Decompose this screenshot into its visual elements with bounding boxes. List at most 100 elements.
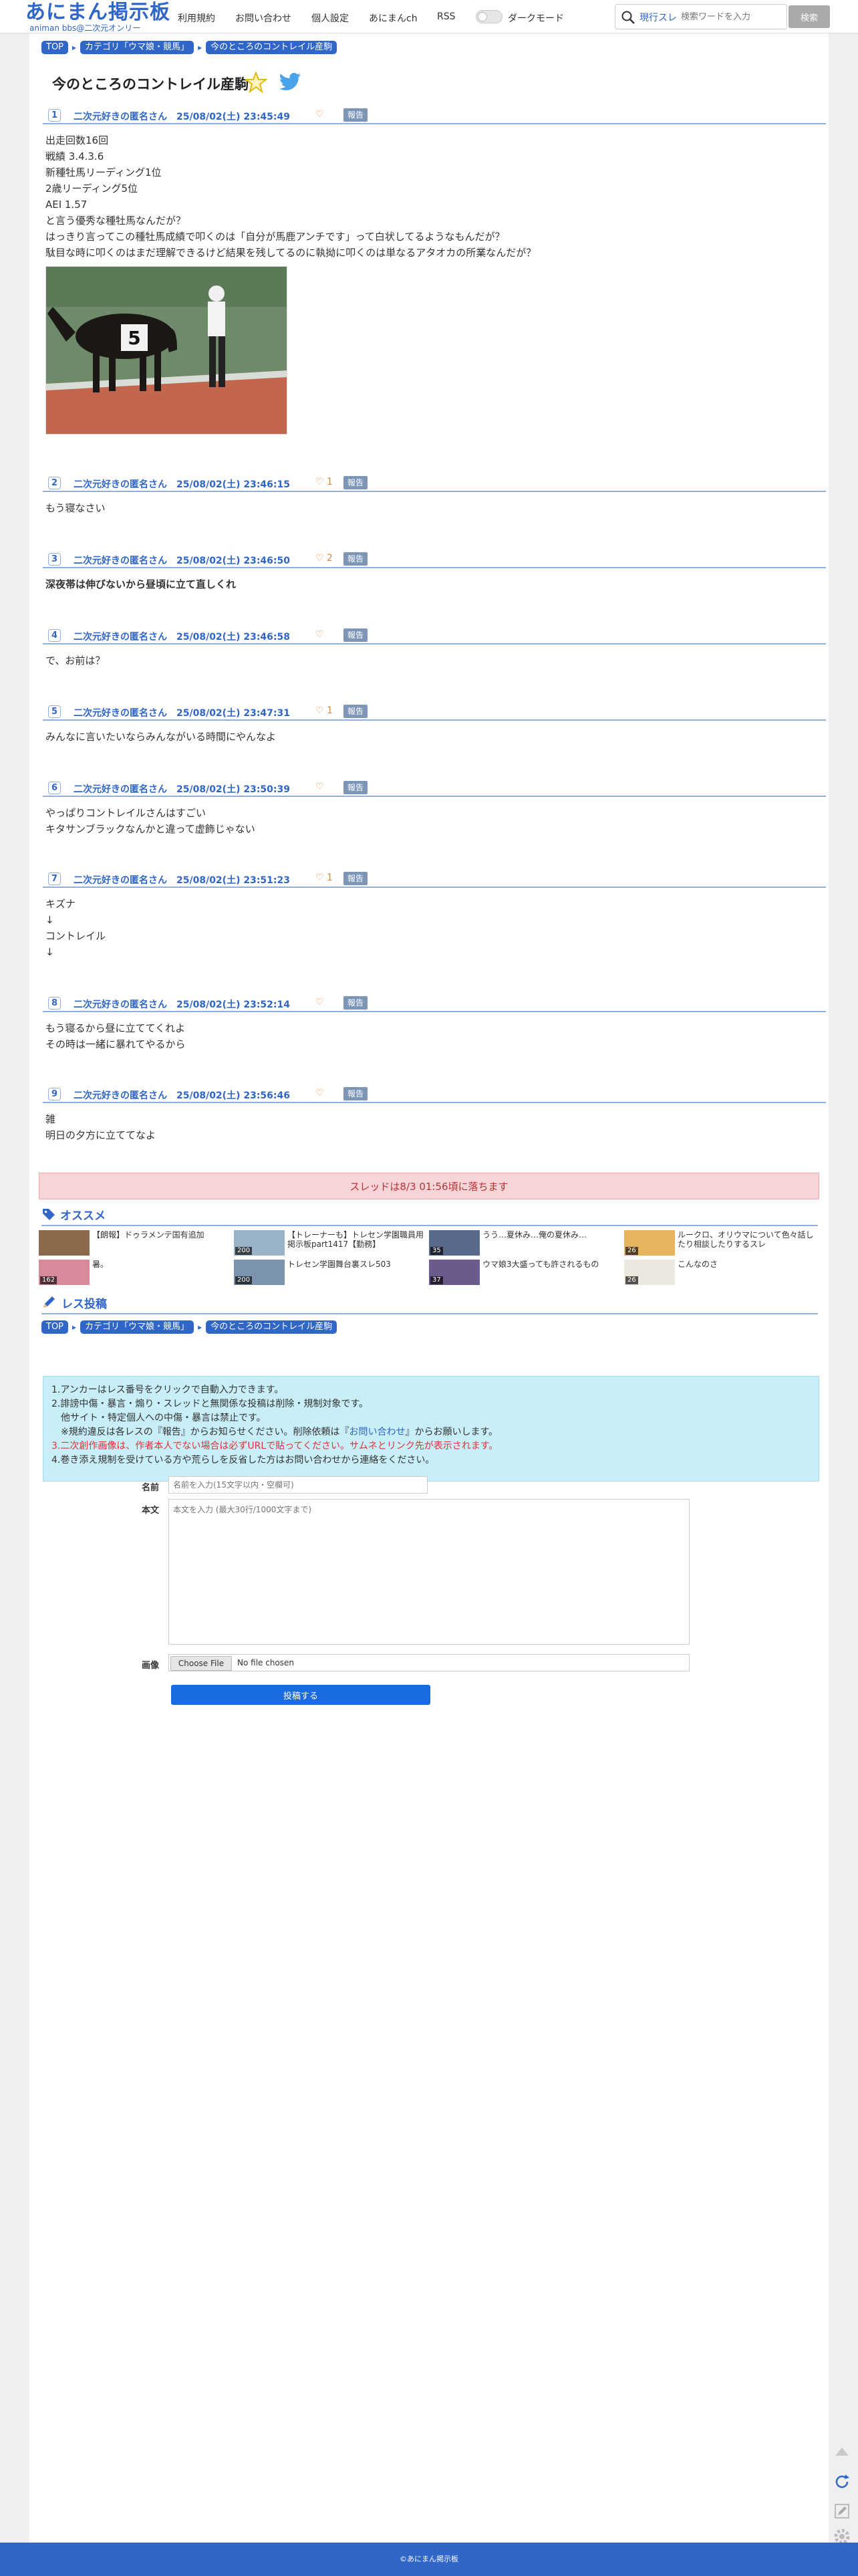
body-field[interactable] [168, 1499, 690, 1645]
logo-subtitle: animan bbs@二次元オンリー [29, 23, 141, 33]
breadcrumb-category[interactable]: カテゴリ「ウマ娘・競馬」 [80, 41, 194, 54]
search-scope-select[interactable]: 現行スレ [639, 11, 677, 24]
breadcrumb-separator: ▸ [198, 1322, 202, 1332]
post-4: 4 二次元好きの匿名さん 25/08/02(土) 23:46:58 ♡ 報告 で… [43, 628, 826, 669]
submit-button[interactable]: 投稿する [171, 1685, 430, 1705]
like-button[interactable]: ♡ 1 [315, 872, 333, 883]
main-content: TOP ▸ カテゴリ「ウマ娘・競馬」 ▸ 今のところのコントレイル産駒 今のところの… [29, 33, 829, 2543]
nav-rss[interactable]: RSS [437, 11, 456, 22]
post-number[interactable]: 4 [48, 629, 61, 642]
recommend-item[interactable]: 200 トレセン学園舞台裏スレ503 [234, 1260, 428, 1285]
post-number[interactable]: 6 [48, 782, 61, 794]
post-author: 二次元好きの匿名さん [74, 632, 167, 642]
rule-line: 2.誹謗中傷・暴言・煽り・スレッドと無関係な投稿は削除・規制対象です。 [51, 1397, 811, 1411]
scroll-top-icon[interactable] [833, 2443, 851, 2462]
like-button[interactable]: ♡ 1 [315, 477, 333, 487]
heart-icon: ♡ [315, 553, 324, 564]
choose-file-button[interactable]: Choose File [170, 1656, 232, 1671]
breadcrumb-separator: ▸ [198, 43, 202, 52]
post-3: 3 二次元好きの匿名さん 25/08/02(土) 23:46:50 ♡ 2 報告… [43, 552, 826, 592]
post-number[interactable]: 5 [48, 705, 61, 718]
recommend-heading: オススメ [41, 1205, 106, 1223]
post-image[interactable]: 5 [45, 266, 287, 435]
post-date: 25/08/02(土) 23:46:50 [176, 556, 290, 566]
recommend-item[interactable]: 【朗報】ドゥラメンテ国有追加 [39, 1230, 233, 1256]
post-date: 25/08/02(土) 23:56:46 [176, 1090, 290, 1101]
report-button[interactable]: 報告 [343, 476, 368, 489]
report-button[interactable]: 報告 [343, 552, 368, 566]
like-button[interactable]: ♡ 2 [315, 553, 333, 564]
recommend-item[interactable]: 26 ルークロ、オリウマについて色々話したり相談したりするスレ [624, 1230, 818, 1256]
post-number[interactable]: 2 [48, 477, 61, 489]
post-body: やっぱりコントレイルさんはすごい キタサンブラックなんかと違って虚飾じゃない [45, 807, 255, 835]
reply-count: 200 [235, 1247, 253, 1255]
recommend-title: 暑。 [92, 1260, 109, 1269]
nav-terms[interactable]: 利用規約 [178, 11, 215, 25]
horse-photo: 5 [46, 267, 287, 434]
name-field[interactable] [168, 1476, 428, 1494]
heart-icon: ♡ [315, 109, 324, 120]
recommend-title: 【トレーナーも】トレセン学園職員用掲示板part1417【勤務】 [287, 1230, 424, 1249]
pencil-icon [43, 1296, 55, 1308]
like-button[interactable]: ♡ [315, 1088, 324, 1098]
post-number[interactable]: 7 [48, 872, 61, 885]
search-input[interactable] [681, 7, 785, 26]
recommend-item[interactable]: 162 暑。 [39, 1260, 233, 1285]
post-number[interactable]: 8 [48, 997, 61, 1010]
breadcrumb-separator: ▸ [72, 1322, 77, 1332]
report-button[interactable]: 報告 [343, 628, 368, 642]
report-button[interactable]: 報告 [343, 1087, 368, 1100]
breadcrumb-top[interactable]: TOP [41, 41, 69, 54]
search-button[interactable]: 検索 [789, 5, 830, 28]
post-number[interactable]: 9 [48, 1088, 61, 1100]
recommend-item[interactable]: 37 ウマ娘3大盛っても許されるもの [429, 1260, 623, 1285]
recommend-item[interactable]: 200 【トレーナーも】トレセン学園職員用掲示板part1417【勤務】 [234, 1230, 428, 1256]
twitter-icon[interactable] [278, 72, 302, 92]
refresh-icon[interactable] [833, 2472, 851, 2491]
like-button[interactable]: ♡ 1 [315, 705, 333, 716]
post-number[interactable]: 3 [48, 553, 61, 566]
nav-contact[interactable]: お問い合わせ [235, 11, 291, 25]
post-author: 二次元好きの匿名さん [74, 1090, 167, 1101]
like-button[interactable]: ♡ [315, 629, 324, 640]
edit-icon[interactable] [833, 2502, 851, 2521]
star-icon[interactable] [245, 71, 267, 94]
reply-count: 35 [430, 1247, 443, 1255]
nav-animanch[interactable]: あにまんch [369, 11, 418, 25]
heart-icon: ♡ [315, 997, 324, 1008]
breadcrumb-current[interactable]: 今のところのコントレイル産駒 [206, 41, 337, 54]
report-button[interactable]: 報告 [343, 781, 368, 794]
reply-count: 26 [625, 1247, 638, 1255]
divider [41, 1225, 818, 1226]
like-button[interactable]: ♡ [315, 782, 324, 792]
site-logo[interactable]: あにまん掲示板 animan bbs@二次元オンリー [25, 1, 172, 33]
report-button[interactable]: 報告 [343, 872, 368, 885]
breadcrumb-category[interactable]: カテゴリ「ウマ娘・競馬」 [80, 1320, 194, 1334]
post-header: 1 二次元好きの匿名さん 25/08/02(土) 23:45:49 ♡ 報告 [43, 108, 826, 124]
recommend-item[interactable]: 35 うう…夏休み…俺の夏休み… [429, 1230, 623, 1256]
contact-link[interactable]: お問い合わせ [349, 1427, 405, 1437]
post-author: 二次元好きの匿名さん [74, 1000, 167, 1010]
rule-line: 他サイト・特定個人への中傷・暴言は禁止です。 [51, 1411, 811, 1425]
breadcrumb-top[interactable]: TOP [41, 1320, 69, 1334]
post-header: 3 二次元好きの匿名さん 25/08/02(土) 23:46:50 ♡ 2 報告 [43, 552, 826, 568]
breadcrumb-current[interactable]: 今のところのコントレイル産駒 [206, 1320, 337, 1334]
like-button[interactable]: ♡ [315, 997, 324, 1008]
search-icon[interactable] [621, 10, 635, 25]
breadcrumb: TOP ▸ カテゴリ「ウマ娘・競馬」 ▸ 今のところのコントレイル産駒 [41, 1320, 337, 1334]
nav-settings[interactable]: 個人設定 [311, 11, 349, 25]
recommend-item[interactable]: 26 こんなのさ [624, 1260, 818, 1285]
rule-line: 1.アンカーはレス番号をクリックで自動入力できます。 [51, 1383, 811, 1397]
post-body: で、お前は？ [45, 655, 106, 667]
report-button[interactable]: 報告 [343, 108, 368, 122]
post-number[interactable]: 1 [48, 109, 61, 122]
breadcrumb: TOP ▸ カテゴリ「ウマ娘・競馬」 ▸ 今のところのコントレイル産駒 [41, 40, 337, 55]
like-button[interactable]: ♡ [315, 109, 324, 120]
recommend-title: こんなのさ [678, 1260, 718, 1269]
report-button[interactable]: 報告 [343, 996, 368, 1010]
logo-title: あにまん掲示板 [25, 1, 170, 24]
dark-mode-toggle[interactable] [476, 10, 503, 23]
report-button[interactable]: 報告 [343, 705, 368, 718]
post-date: 25/08/02(土) 23:51:23 [176, 875, 290, 886]
post-2: 2 二次元好きの匿名さん 25/08/02(土) 23:46:15 ♡ 1 報告… [43, 476, 826, 516]
